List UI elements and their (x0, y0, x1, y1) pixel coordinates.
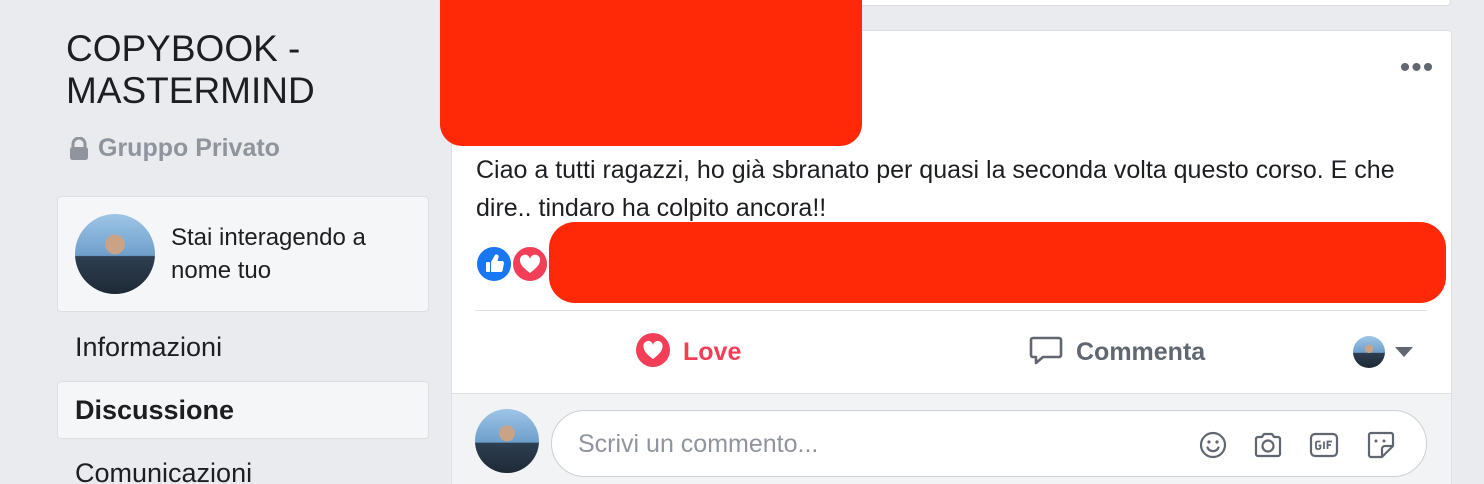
nav-item-discussione[interactable]: Discussione (57, 381, 429, 439)
divider (475, 310, 1427, 311)
group-title[interactable]: COPYBOOK - MASTERMIND (66, 28, 396, 112)
redacted-author-block (440, 0, 862, 146)
love-button[interactable]: Love (635, 332, 741, 373)
redacted-reaction-names (549, 222, 1446, 303)
like-icon (475, 245, 513, 283)
identity-label: Stai interagendo a nome tuo (171, 224, 366, 284)
heart-icon (635, 332, 671, 373)
love-button-label: Love (683, 338, 742, 366)
comment-button-label: Commenta (1076, 338, 1206, 366)
avatar[interactable] (475, 409, 539, 473)
comment-icon (1028, 332, 1064, 373)
gif-icon[interactable] (1308, 429, 1340, 461)
post-as-selector[interactable] (1353, 336, 1413, 368)
avatar (1353, 336, 1385, 368)
emoji-icon[interactable] (1197, 429, 1229, 461)
identity-card[interactable]: Stai interagendo a nome tuo (57, 196, 429, 312)
nav-item-informazioni[interactable]: Informazioni (57, 318, 429, 376)
avatar[interactable] (75, 214, 155, 294)
camera-icon[interactable] (1252, 429, 1284, 461)
comment-button[interactable]: Commenta (1028, 332, 1205, 373)
privacy-label: Gruppo Privato (98, 134, 280, 162)
post-text: Ciao a tutti ragazzi, ho già sbranato pe… (476, 156, 1395, 222)
nav-item-comunicazioni[interactable]: Comunicazioni (57, 444, 429, 484)
comment-input[interactable] (578, 425, 1178, 463)
love-icon (511, 245, 549, 283)
lock-icon (68, 136, 90, 161)
reaction-summary[interactable] (475, 245, 549, 283)
chevron-down-icon (1395, 347, 1413, 357)
privacy-indicator: Gruppo Privato (68, 134, 280, 163)
sticker-icon[interactable] (1365, 429, 1397, 461)
comment-input-box[interactable] (551, 410, 1427, 477)
group-sidebar: COPYBOOK - MASTERMIND Gruppo Privato Sta… (0, 0, 440, 484)
more-options-button[interactable]: ••• (1396, 53, 1438, 83)
